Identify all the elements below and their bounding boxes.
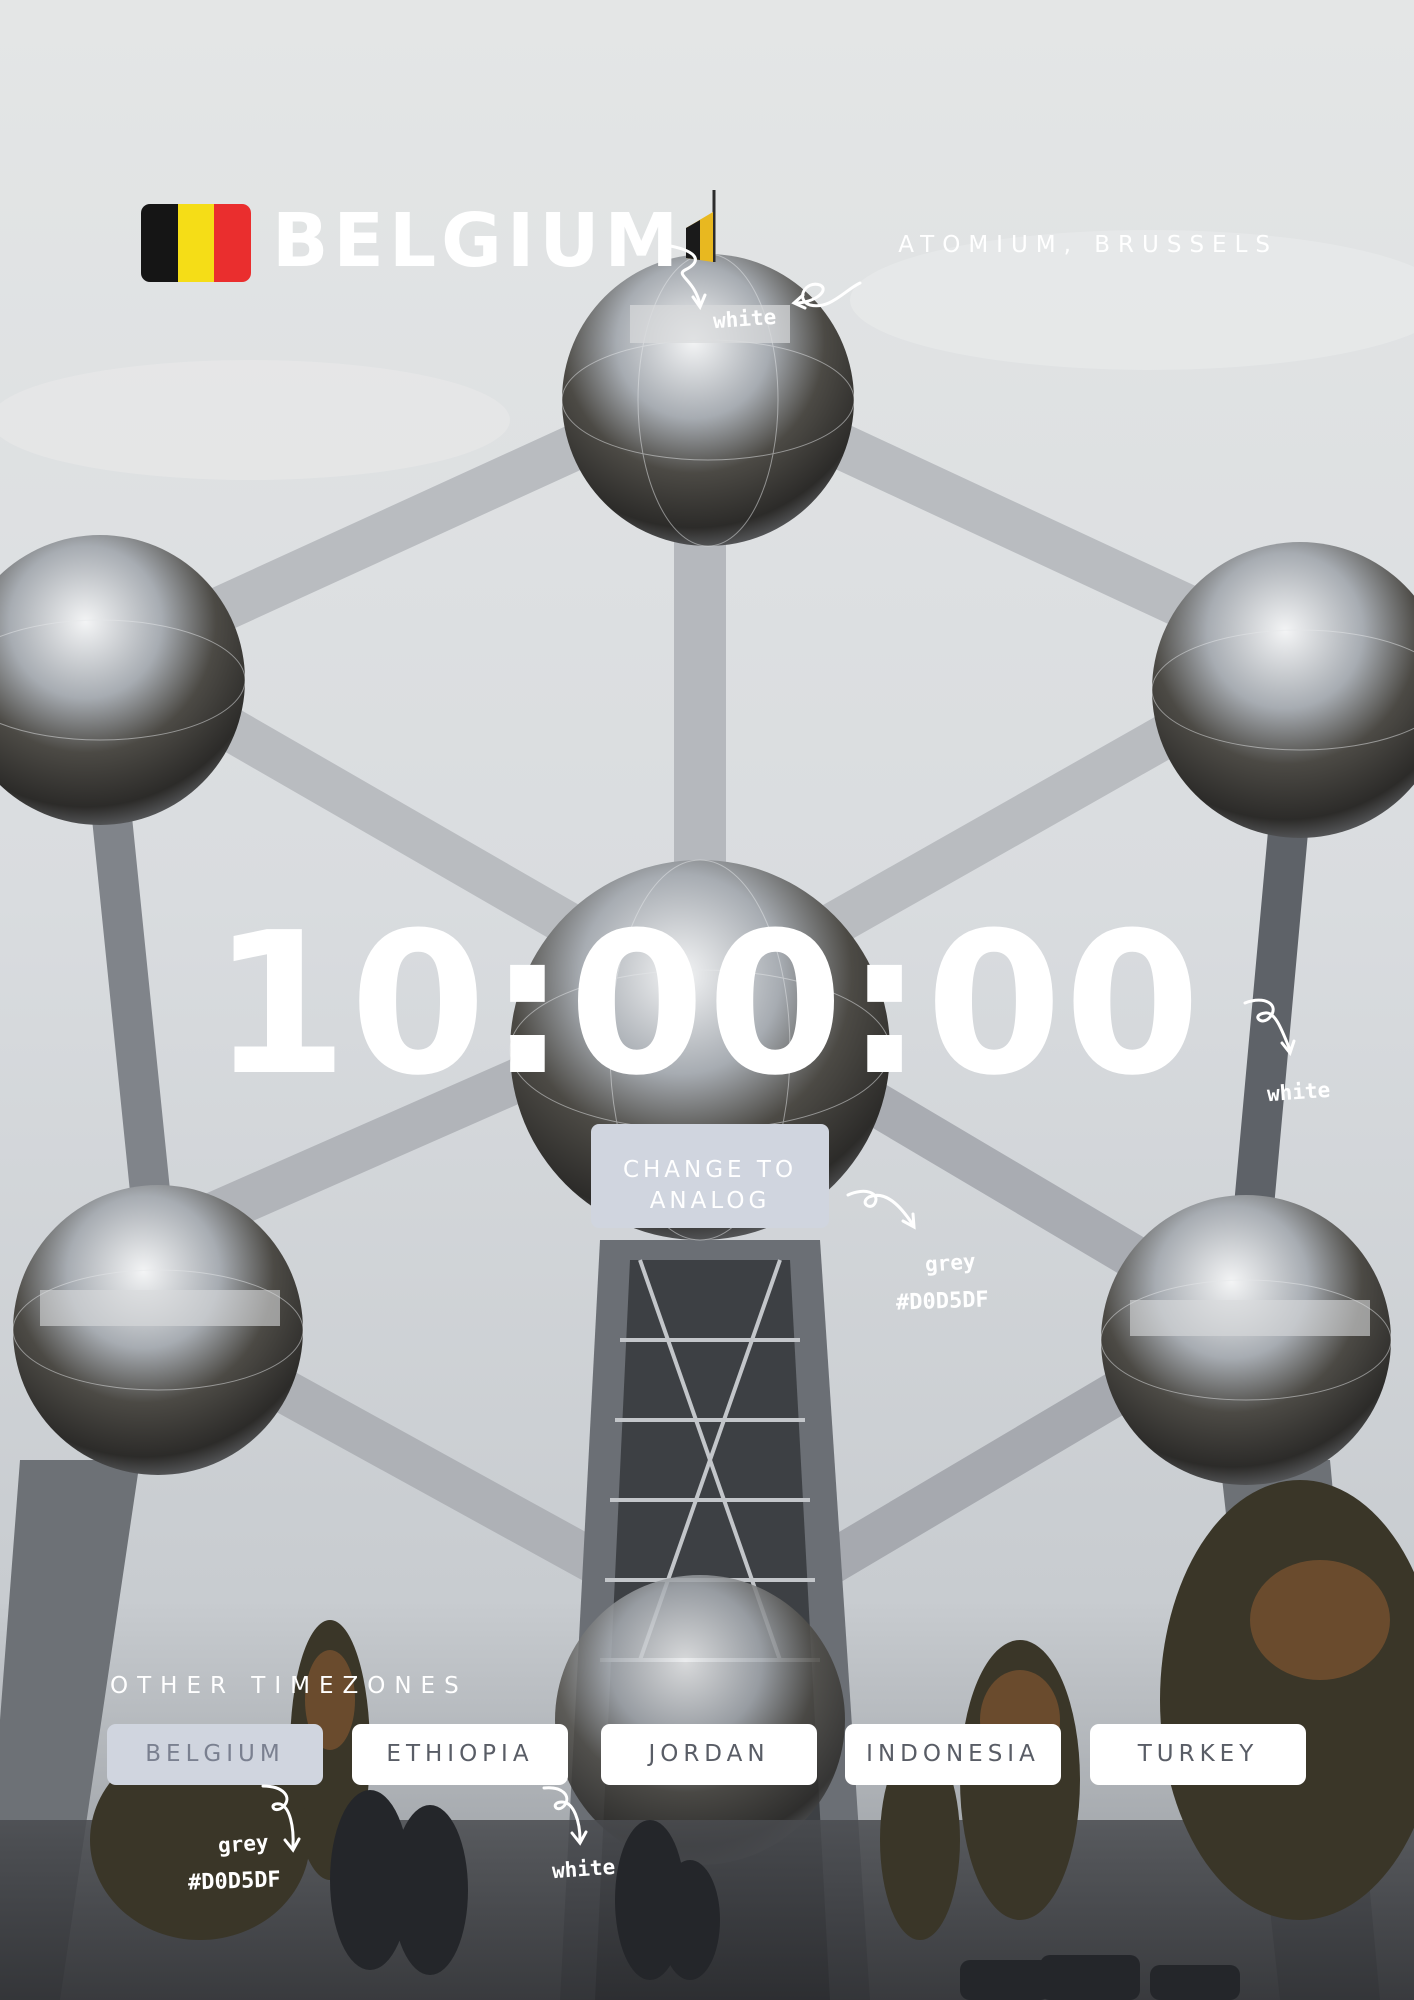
tab-belgium[interactable]: BELGIUM	[107, 1724, 323, 1785]
clock-color-note: white	[1266, 1077, 1331, 1107]
tab-jordan[interactable]: JORDAN	[601, 1724, 817, 1785]
title-color-note: white	[712, 304, 777, 334]
flag-stripe-red	[214, 204, 251, 282]
digital-clock: 10:00:00	[211, 891, 1203, 1119]
other-timezones-label: OTHER TIMEZONES	[110, 1673, 468, 1699]
tab-turkey[interactable]: TURKEY	[1090, 1724, 1306, 1785]
tab-ethiopia[interactable]: ETHIOPIA	[352, 1724, 568, 1785]
clock-annotation-arrow-icon	[1243, 998, 1296, 1057]
change-to-analog-button[interactable]: CHANGE TO ANALOG	[591, 1124, 829, 1228]
title-annotation-arrow-icon	[663, 243, 862, 311]
button-color-name-note: grey	[924, 1249, 977, 1277]
tab-indonesia[interactable]: INDONESIA	[845, 1724, 1061, 1785]
poster-canvas: BELGIUM ATOMIUM, BRUSSELS 10:00:00 CHANG…	[0, 0, 1414, 2000]
inactive-tab-color-note: white	[551, 1854, 616, 1884]
active-tab-color-name-note: grey	[217, 1830, 270, 1858]
flag-stripe-yellow	[177, 204, 215, 282]
button-annotation-arrow-icon	[846, 1189, 916, 1230]
inactive-tab-annotation-arrow-icon	[542, 1786, 588, 1846]
country-title: BELGIUM	[272, 198, 684, 284]
active-tab-color-hex-note: #D0D5DF	[187, 1867, 282, 1896]
belgium-flag-icon	[141, 204, 251, 282]
flag-stripe-black	[141, 204, 178, 282]
location-label: ATOMIUM, BRUSSELS	[898, 232, 1278, 258]
timezone-tabs: BELGIUM ETHIOPIA JORDAN INDONESIA TURKEY	[107, 1724, 1307, 1786]
button-color-hex-note: #D0D5DF	[895, 1287, 990, 1316]
